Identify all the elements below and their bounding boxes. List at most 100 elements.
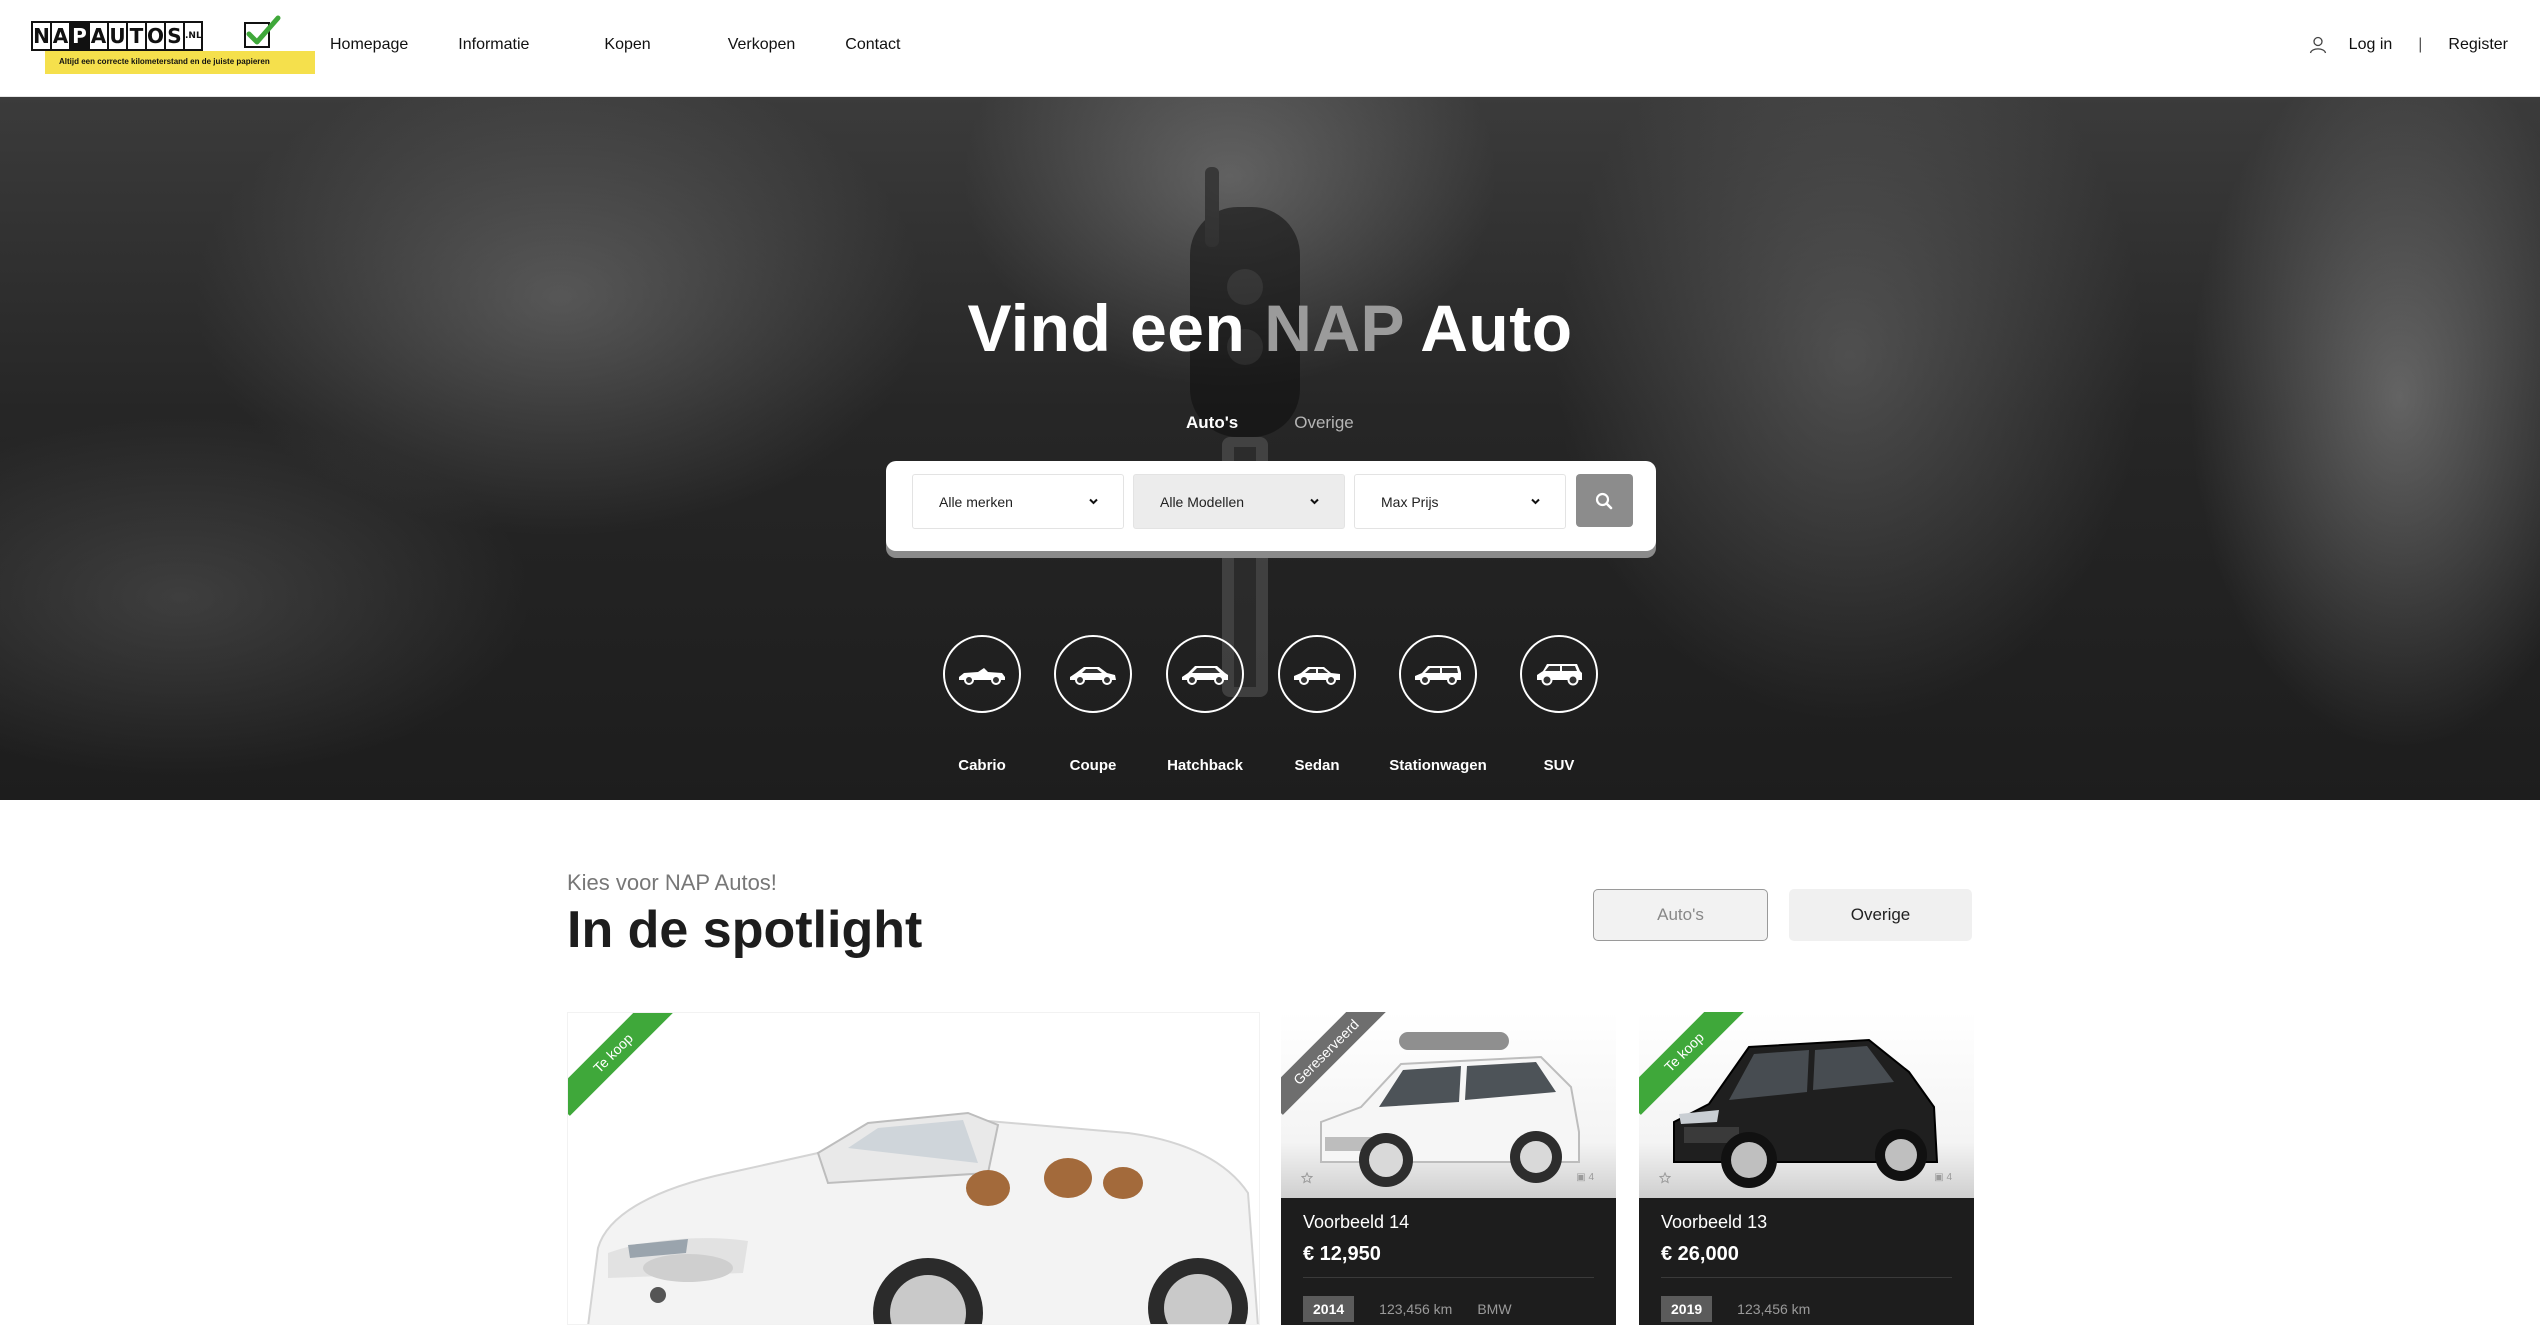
car-card[interactable]: Gereserveerd ▣ 4 Voorbeeld 14 € 12,950 2… bbox=[1281, 1012, 1616, 1325]
separator: | bbox=[2418, 36, 2423, 53]
brand-select[interactable]: Alle merken bbox=[912, 474, 1124, 529]
category-circle bbox=[1399, 635, 1477, 713]
category-label: Hatchback bbox=[1167, 757, 1243, 774]
car-meta: 2014 123,456 km BMW bbox=[1303, 1296, 1512, 1322]
car-price: € 26,000 bbox=[1661, 1243, 1739, 1265]
stationwagen-icon bbox=[1415, 666, 1461, 685]
hatchback-icon bbox=[1182, 666, 1228, 685]
logo-letter: S bbox=[164, 21, 185, 51]
chevron-down-icon bbox=[1531, 498, 1540, 505]
car-meta: 2019 123,456 km bbox=[1661, 1296, 1835, 1322]
category-suv[interactable]: SUV bbox=[1494, 635, 1624, 774]
hero-title-end: Auto bbox=[1420, 291, 1573, 365]
hero-title-start: Vind een bbox=[967, 291, 1246, 365]
star-icon[interactable] bbox=[1659, 1172, 1671, 1184]
featured-car-card[interactable]: Te koop bbox=[567, 1012, 1260, 1325]
search-tabs: Auto's Overige bbox=[1186, 413, 1410, 433]
site-header: N A P A U T O S .NL Altijd een correcte … bbox=[0, 0, 2540, 97]
category-label: Coupe bbox=[1069, 757, 1117, 774]
model-select[interactable]: Alle Modellen bbox=[1133, 474, 1345, 529]
divider bbox=[1661, 1277, 1952, 1278]
brand: BMW bbox=[1477, 1301, 1512, 1317]
model-select-value: Alle Modellen bbox=[1160, 494, 1245, 510]
sedan-icon bbox=[1294, 667, 1340, 685]
register-link[interactable]: Register bbox=[2448, 36, 2508, 54]
logo-letter: A bbox=[88, 21, 109, 51]
logo-letter: U bbox=[107, 21, 128, 51]
nav-kopen[interactable]: Kopen bbox=[604, 36, 650, 54]
car-card-image: Gereserveerd ▣ 4 bbox=[1281, 1012, 1616, 1198]
status-ribbon: Te koop bbox=[1639, 1012, 1749, 1122]
site-logo[interactable]: N A P A U T O S .NL Altijd een correcte … bbox=[31, 15, 315, 74]
photo-count-value: 4 bbox=[1946, 1172, 1952, 1183]
login-link[interactable]: Log in bbox=[2349, 36, 2393, 54]
search-button[interactable] bbox=[1576, 474, 1633, 527]
category-circle bbox=[943, 635, 1021, 713]
price-select-value: Max Prijs bbox=[1381, 494, 1439, 510]
section-kicker: Kies voor NAP Autos! bbox=[567, 870, 777, 895]
photo-count: ▣ 4 bbox=[1576, 1172, 1594, 1183]
nav-homepage[interactable]: Homepage bbox=[330, 36, 408, 54]
status-ribbon-text: Gereserveerd bbox=[1281, 1012, 1389, 1115]
category-label: Sedan bbox=[1294, 757, 1340, 774]
tab-overige[interactable]: Overige bbox=[1294, 413, 1354, 433]
suv-icon bbox=[1537, 664, 1582, 686]
filter-overige-button[interactable]: Overige bbox=[1789, 889, 1972, 941]
category-hatchback[interactable]: Hatchback bbox=[1140, 635, 1270, 774]
logo-tld: .NL bbox=[183, 21, 203, 51]
hero-title-highlight: NAP bbox=[1264, 291, 1404, 365]
year-badge: 2019 bbox=[1661, 1296, 1713, 1322]
mileage: 123,456 km bbox=[1737, 1301, 1811, 1317]
status-ribbon: Gereserveerd bbox=[1281, 1012, 1391, 1122]
car-card-image: Te koop ▣ 4 bbox=[1639, 1012, 1974, 1198]
logo-letter: A bbox=[50, 21, 71, 51]
coupe-icon bbox=[1070, 667, 1116, 685]
star-icon[interactable] bbox=[1301, 1172, 1313, 1184]
chevron-down-icon bbox=[1089, 498, 1098, 505]
search-icon bbox=[1595, 492, 1613, 510]
divider bbox=[1303, 1277, 1594, 1278]
category-circle bbox=[1520, 635, 1598, 713]
nav-verkopen[interactable]: Verkopen bbox=[728, 36, 796, 54]
search-box: Alle merken Alle Modellen Max Prijs bbox=[886, 461, 1656, 551]
category-coupe[interactable]: Coupe bbox=[1028, 635, 1158, 774]
price-select[interactable]: Max Prijs bbox=[1354, 474, 1566, 529]
logo-letter: P bbox=[69, 21, 90, 51]
checkmark-icon bbox=[244, 15, 281, 48]
hero-banner: Vind een NAP Auto Auto's Overige Alle me… bbox=[0, 97, 2540, 800]
car-card[interactable]: Te koop ▣ 4 Voorbeeld 13 € 26,000 2019 1… bbox=[1639, 1012, 1974, 1325]
category-circle bbox=[1166, 635, 1244, 713]
category-stationwagen[interactable]: Stationwagen bbox=[1373, 635, 1503, 774]
logo-letter: N bbox=[31, 21, 52, 51]
filter-autos-button[interactable]: Auto's bbox=[1593, 889, 1768, 941]
category-label: Stationwagen bbox=[1389, 757, 1487, 774]
user-icon bbox=[2309, 36, 2326, 54]
category-label: SUV bbox=[1543, 757, 1575, 774]
logo-letter: O bbox=[145, 21, 166, 51]
car-title[interactable]: Voorbeeld 14 bbox=[1303, 1212, 1409, 1233]
camera-icon: ▣ bbox=[1934, 1172, 1944, 1183]
main-nav: Homepage Informatie Kopen Verkopen Conta… bbox=[330, 36, 900, 54]
logo-tagline: Altijd een correcte kilometerstand en de… bbox=[45, 51, 315, 74]
account-links: Log in | Register bbox=[2309, 36, 2508, 54]
status-ribbon: Te koop bbox=[568, 1013, 678, 1123]
photo-count: ▣ 4 bbox=[1934, 1172, 1952, 1183]
category-circle bbox=[1054, 635, 1132, 713]
car-title[interactable]: Voorbeeld 13 bbox=[1661, 1212, 1767, 1233]
nav-informatie[interactable]: Informatie bbox=[458, 36, 529, 54]
section-title: In de spotlight bbox=[567, 901, 923, 959]
chevron-down-icon bbox=[1310, 498, 1319, 505]
brand-select-value: Alle merken bbox=[939, 494, 1013, 510]
year-badge: 2014 bbox=[1303, 1296, 1355, 1322]
category-sedan[interactable]: Sedan bbox=[1252, 635, 1382, 774]
hero-title: Vind een NAP Auto bbox=[0, 290, 2540, 366]
mileage: 123,456 km bbox=[1379, 1301, 1453, 1317]
logo-letter: T bbox=[126, 21, 147, 51]
cabrio-icon bbox=[959, 668, 1005, 685]
category-circle bbox=[1278, 635, 1356, 713]
camera-icon: ▣ bbox=[1576, 1172, 1586, 1183]
car-price: € 12,950 bbox=[1303, 1243, 1381, 1265]
nav-contact[interactable]: Contact bbox=[845, 36, 900, 54]
logo-tiles: N A P A U T O S .NL bbox=[31, 21, 203, 51]
tab-autos[interactable]: Auto's bbox=[1186, 413, 1238, 433]
